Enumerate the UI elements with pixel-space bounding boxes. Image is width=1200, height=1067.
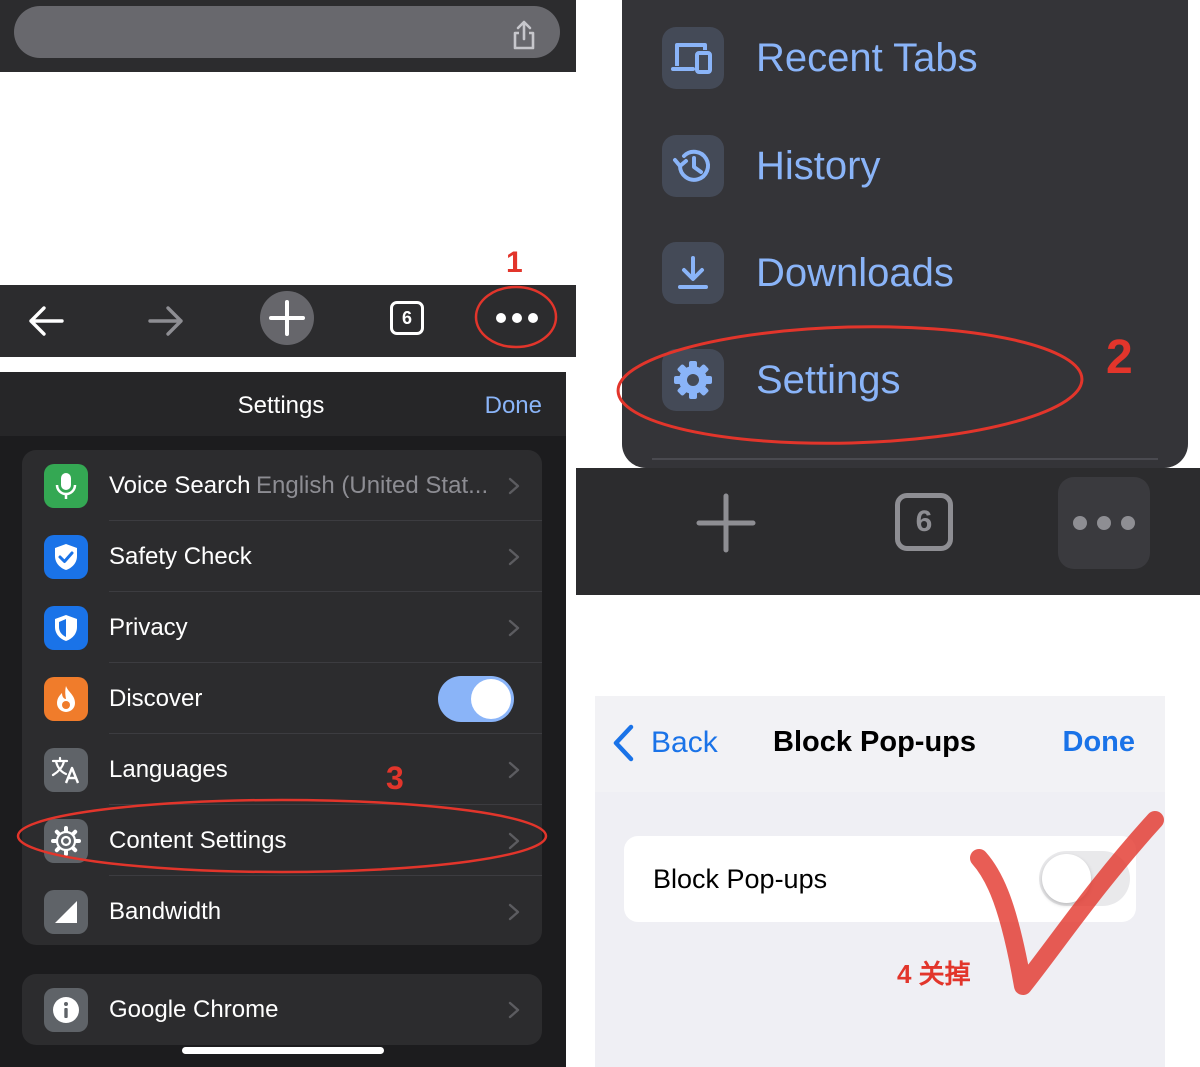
history-icon: [662, 135, 724, 197]
chevron-right-icon: [508, 548, 520, 565]
more-menu-button[interactable]: [1058, 477, 1150, 569]
home-indicator: [182, 1047, 384, 1054]
settings-item-discover: Discover: [22, 663, 542, 734]
page-title: Settings: [237, 392, 325, 419]
settings-item-languages[interactable]: Languages: [22, 734, 542, 805]
address-field[interactable]: [14, 6, 560, 58]
menu-item-recent-tabs[interactable]: Recent Tabs: [662, 26, 978, 90]
page-title: Block Pop-ups: [773, 726, 977, 758]
toggle-knob: [471, 678, 511, 719]
annotation-step-4: 4 关掉: [897, 959, 971, 989]
settings-item-label: Google Chrome: [109, 995, 279, 1023]
signal-icon: [44, 889, 88, 934]
chevron-right-icon: [508, 619, 520, 636]
top-address-bar: [0, 0, 576, 72]
chevron-right-icon: [508, 477, 520, 494]
tab-switcher-button[interactable]: 6: [894, 492, 954, 552]
menu-sheet: Recent Tabs History Downloads Settings: [616, 0, 1188, 468]
tab-switcher-button[interactable]: 6: [389, 300, 425, 336]
chevron-left-icon: [613, 724, 634, 762]
settings-item-label: Privacy: [109, 613, 188, 641]
arrow-right-icon: [148, 306, 183, 336]
new-tab-button[interactable]: [259, 290, 315, 346]
back-button[interactable]: Back: [611, 724, 718, 762]
done-button[interactable]: Done: [485, 392, 542, 420]
settings-item-privacy[interactable]: Privacy: [22, 592, 542, 663]
forward-button[interactable]: [144, 299, 188, 343]
block-popups-panel: Back Block Pop-ups Done Block Pop-ups 4 …: [595, 696, 1165, 1067]
settings-item-safety-check[interactable]: Safety Check: [22, 521, 542, 592]
settings-item-bandwidth[interactable]: Bandwidth: [22, 876, 542, 947]
settings-item-label: Voice Search: [109, 471, 251, 499]
annotation-step-3: 3: [386, 760, 404, 796]
plus-circle-icon: [260, 291, 314, 345]
translate-icon: [44, 747, 88, 792]
menu-label: Downloads: [756, 250, 954, 295]
flame-icon: [44, 676, 88, 721]
menu-item-history[interactable]: History: [662, 134, 880, 198]
download-icon: [662, 242, 724, 304]
settings-item-google-chrome[interactable]: Google Chrome: [22, 974, 542, 1045]
settings-panel: Settings Done Voice Search English (Unit…: [0, 372, 566, 1067]
settings-item-label: Languages: [109, 755, 228, 783]
annotation-circle-2: [616, 325, 1084, 445]
block-popups-nav-bar: Back Block Pop-ups Done: [595, 696, 1165, 792]
info-icon: [44, 987, 88, 1032]
settings-item-label: Discover: [109, 684, 203, 712]
bottom-toolbar: 6: [576, 468, 1200, 595]
chevron-right-icon: [508, 903, 520, 920]
chevron-right-icon: [508, 1001, 520, 1018]
setting-label: Block Pop-ups: [653, 864, 828, 894]
shield-check-icon: [44, 534, 88, 579]
new-tab-button[interactable]: [696, 493, 756, 553]
done-button[interactable]: Done: [1063, 726, 1136, 759]
settings-item-label: Safety Check: [109, 542, 252, 570]
browser-menu-panel: Recent Tabs History Downloads Settings 2…: [576, 0, 1200, 595]
arrow-left-icon: [29, 306, 64, 336]
back-label: Back: [651, 726, 718, 759]
microphone-icon: [44, 463, 88, 508]
ellipsis-icon: [1073, 516, 1135, 530]
annotation-checkmark: [970, 811, 1164, 995]
annotation-step-2: 2: [1106, 331, 1133, 384]
settings-item-detail: English (United Stat...: [256, 471, 489, 499]
annotation-circle-1: [474, 285, 558, 349]
settings-item-voice-search[interactable]: Voice Search English (United Stat...: [22, 450, 542, 521]
annotation-step-1: 1: [506, 246, 523, 279]
menu-label: Recent Tabs: [756, 35, 978, 80]
devices-icon: [662, 27, 724, 89]
tab-count: 6: [895, 493, 953, 551]
menu-item-downloads[interactable]: Downloads: [662, 241, 954, 305]
discover-toggle[interactable]: [438, 675, 514, 722]
chevron-right-icon: [508, 761, 520, 778]
share-icon[interactable]: [510, 20, 538, 50]
browser-toolbar-panel: 6 1: [0, 0, 576, 357]
back-button[interactable]: [24, 299, 68, 343]
tab-count: 6: [390, 301, 424, 335]
about-group: Google Chrome: [22, 974, 542, 1045]
annotation-circle-3: [16, 798, 548, 874]
settings-item-label: Bandwidth: [109, 897, 222, 925]
plus-icon: [696, 493, 756, 553]
shield-icon: [44, 605, 88, 650]
settings-nav-bar: Settings Done: [0, 372, 566, 436]
menu-label: History: [756, 143, 881, 188]
